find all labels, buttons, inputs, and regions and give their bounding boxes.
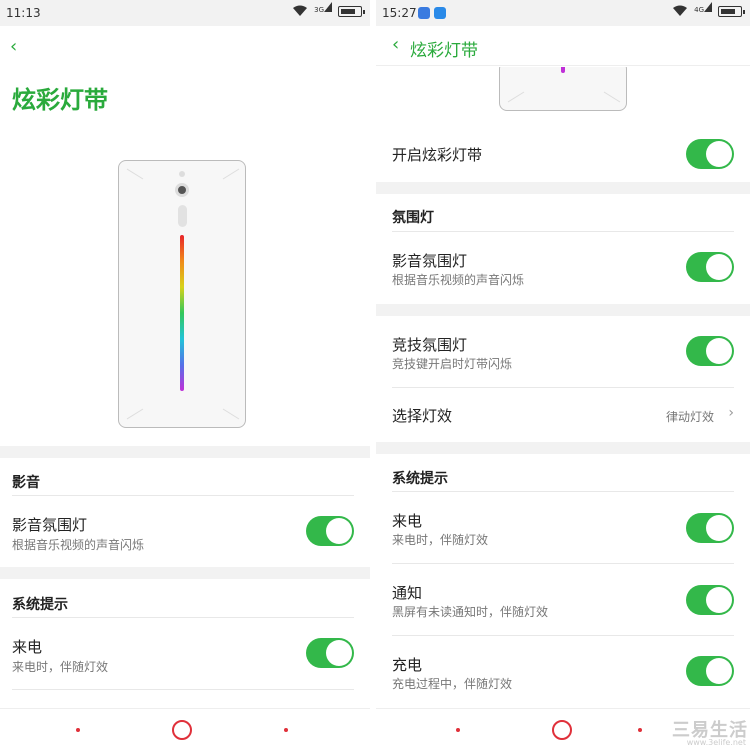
app-notification-icon xyxy=(418,7,430,19)
incoming-call-subtitle: 来电时，伴随灯效 xyxy=(392,533,489,547)
incoming-call-row[interactable]: 来电 来电时，伴随灯效 xyxy=(376,492,750,562)
charging-title: 充电 xyxy=(392,656,423,674)
section-gap xyxy=(0,567,370,579)
game-light-row[interactable]: 竞技氛围灯 竞技键开启时灯带闪烁 xyxy=(376,316,750,386)
back-arrow-icon[interactable]: ‹ xyxy=(10,36,17,57)
section-gap xyxy=(0,446,370,458)
section-header-media: 影音 xyxy=(12,475,40,491)
back-button[interactable] xyxy=(638,728,642,732)
section-header-system: 系统提示 xyxy=(392,471,448,487)
game-light-toggle[interactable] xyxy=(686,336,734,366)
signal-icon: 4G xyxy=(694,2,712,14)
page-title: 炫彩灯带 xyxy=(410,41,478,61)
incoming-call-toggle[interactable] xyxy=(306,638,354,668)
incoming-call-subtitle: 来电时，伴随灯效 xyxy=(12,660,109,674)
section-header-system: 系统提示 xyxy=(12,597,68,613)
game-light-title: 竞技氛围灯 xyxy=(392,336,468,354)
media-light-title: 影音氛围灯 xyxy=(392,252,468,270)
incoming-call-row[interactable]: 来电 来电时，伴随灯效 xyxy=(0,618,370,688)
camera-icon xyxy=(175,183,189,197)
section-gap xyxy=(376,304,750,316)
signal-icon: 3G xyxy=(314,2,332,14)
right-screen: 15:27 4G ‹ 炫彩灯带 开启炫彩灯带 氛围灯 影音氛围灯 根据音乐视频的… xyxy=(376,0,750,750)
back-button[interactable] xyxy=(284,728,288,732)
status-time: 15:27 xyxy=(382,6,417,20)
enable-strip-title: 开启炫彩灯带 xyxy=(392,146,483,164)
wifi-icon xyxy=(292,5,308,17)
status-bar: 11:13 3G xyxy=(0,0,370,26)
notification-title: 通知 xyxy=(392,584,423,602)
charging-toggle[interactable] xyxy=(686,656,734,686)
media-light-subtitle: 根据音乐视频的声音闪烁 xyxy=(12,538,145,552)
navigation-bar xyxy=(0,708,370,750)
status-time: 11:13 xyxy=(6,6,41,20)
media-light-title: 影音氛围灯 xyxy=(12,516,88,534)
effect-select-value: 律动灯效 xyxy=(665,410,714,424)
media-light-subtitle: 根据音乐视频的声音闪烁 xyxy=(392,273,525,287)
wifi-icon xyxy=(672,5,688,17)
battery-icon xyxy=(338,5,365,17)
incoming-call-title: 来电 xyxy=(392,512,423,530)
left-screen: 11:13 3G ‹ 炫彩灯带 影音 影音氛围灯 根据音乐视频的声音闪烁 系统提… xyxy=(0,0,370,750)
chevron-right-icon: › xyxy=(728,405,734,421)
media-light-row[interactable]: 影音氛围灯 根据音乐视频的声音闪烁 xyxy=(0,496,370,566)
divider xyxy=(12,689,354,690)
phone-illustration-clip xyxy=(376,67,750,111)
phone-illustration xyxy=(499,67,627,111)
notification-toggle[interactable] xyxy=(686,585,734,615)
header-bar: ‹ 炫彩灯带 xyxy=(376,26,750,66)
rgb-light-strip xyxy=(180,235,184,391)
cloud-notification-icon xyxy=(434,7,446,19)
home-button[interactable] xyxy=(552,720,572,740)
page-title: 炫彩灯带 xyxy=(12,86,108,114)
enable-strip-toggle[interactable] xyxy=(686,139,734,169)
enable-strip-row[interactable]: 开启炫彩灯带 xyxy=(376,124,750,182)
effect-select-title: 选择灯效 xyxy=(392,407,453,425)
fingerprint-sensor xyxy=(178,205,187,227)
section-header-ambient: 氛围灯 xyxy=(392,210,434,226)
incoming-call-toggle[interactable] xyxy=(686,513,734,543)
back-arrow-icon[interactable]: ‹ xyxy=(392,34,399,55)
charging-row[interactable]: 充电 充电过程中，伴随灯效 xyxy=(376,636,750,706)
battery-icon xyxy=(718,5,745,17)
section-gap xyxy=(376,442,750,454)
media-light-toggle[interactable] xyxy=(686,252,734,282)
effect-select-row[interactable]: 选择灯效 律动灯效 › xyxy=(376,388,750,442)
menu-button[interactable] xyxy=(76,728,80,732)
sensor-dot xyxy=(179,171,185,177)
menu-button[interactable] xyxy=(456,728,460,732)
network-type: 3G xyxy=(314,6,324,14)
charging-subtitle: 充电过程中，伴随灯效 xyxy=(392,677,513,691)
status-bar: 15:27 4G xyxy=(376,0,750,26)
media-light-row[interactable]: 影音氛围灯 根据音乐视频的声音闪烁 xyxy=(376,232,750,302)
notification-row[interactable]: 通知 黑屏有未读通知时，伴随灯效 xyxy=(376,564,750,634)
notification-subtitle: 黑屏有未读通知时，伴随灯效 xyxy=(392,605,549,619)
phone-illustration xyxy=(118,160,246,428)
media-light-toggle[interactable] xyxy=(306,516,354,546)
section-gap xyxy=(376,182,750,194)
watermark-url: www.3elife.net xyxy=(686,738,746,747)
phone-corner-lines xyxy=(507,91,621,103)
network-type: 4G xyxy=(694,6,704,14)
game-light-subtitle: 竞技键开启时灯带闪烁 xyxy=(392,357,513,371)
home-button[interactable] xyxy=(172,720,192,740)
incoming-call-title: 来电 xyxy=(12,638,43,656)
